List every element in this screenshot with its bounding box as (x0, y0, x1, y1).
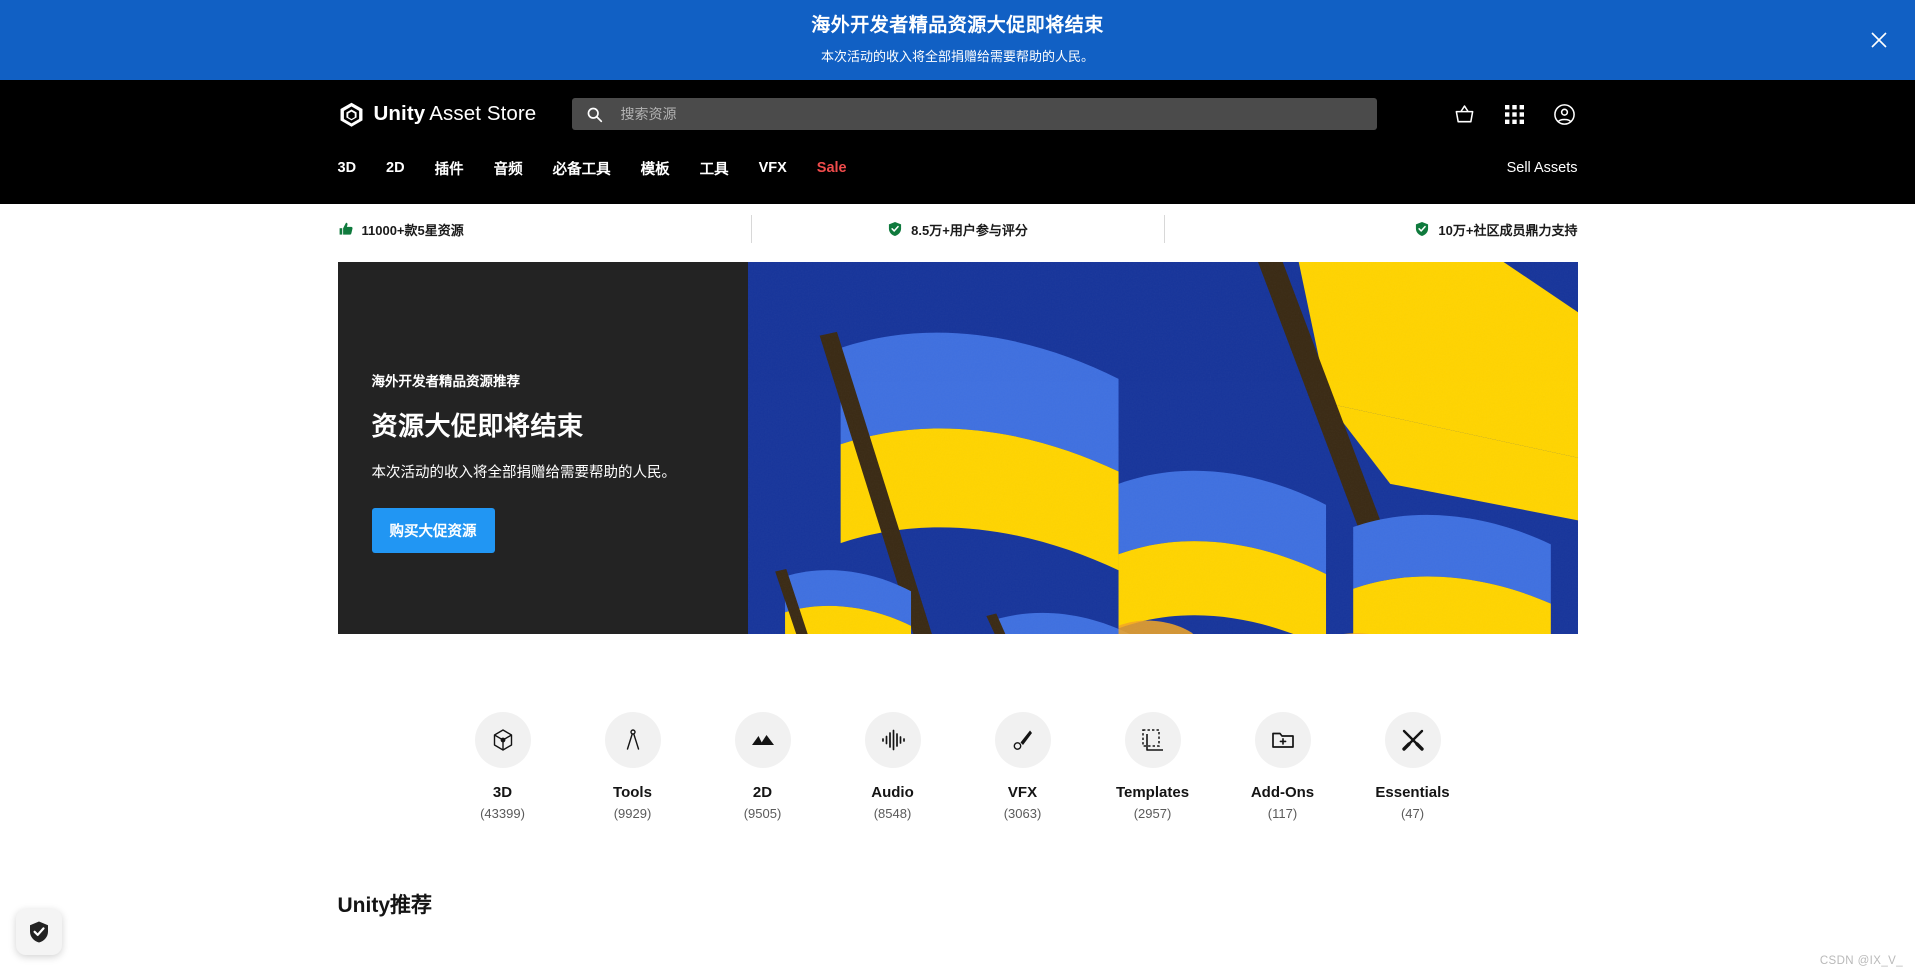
category-icon-wrap (1124, 712, 1181, 768)
page-title: Unity推荐 (337, 894, 433, 917)
trust-item-ratings: 11000+款5星资源 (338, 215, 751, 243)
category-icon-wrap (734, 712, 791, 768)
nav-item-plugins[interactable]: 插件 (435, 158, 464, 179)
hero-eyebrow: 海外开发者精品资源推荐 (371, 374, 521, 389)
search-icon (587, 107, 602, 122)
category-icon-wrap (474, 712, 531, 768)
shield-check-icon (30, 921, 48, 943)
mountains-icon (751, 735, 774, 745)
search-input[interactable] (620, 106, 1363, 122)
logo-product: Asset Store (429, 102, 537, 125)
brush-icon (1013, 730, 1032, 750)
header-top-row: Unity Asset Store (338, 80, 1578, 142)
logo-text: Unity Asset Store (374, 102, 537, 126)
close-icon[interactable] (1865, 26, 1893, 54)
template-frame-icon (1141, 729, 1163, 751)
trust-item-community: 10万+社区成员鼎力支持 (1164, 215, 1577, 243)
primary-nav: 3D 2D 插件 音频 必备工具 模板 工具 VFX Sale Sell Ass… (338, 142, 1578, 194)
category-count: (8548) (873, 806, 912, 821)
shield-check-icon (1416, 221, 1429, 237)
category-icon-wrap (864, 712, 921, 768)
category-essentials[interactable]: Essentials (47) (1359, 712, 1467, 821)
hero-banner[interactable]: 海外开发者精品资源推荐 资源大促即将结束 本次活动的收入将全部捐赠给需要帮助的人… (337, 262, 1578, 634)
category-count: (9505) (743, 806, 782, 821)
category-name: Templates (1115, 784, 1190, 801)
hero-cta-button[interactable]: 购买大促资源 (371, 508, 495, 553)
hero-title: 资源大促即将结束 (371, 411, 584, 441)
category-icon-wrap (1384, 712, 1441, 768)
compass-icon (626, 729, 639, 750)
waveform-icon (881, 729, 905, 751)
trust-item-users: 8.5万+用户参与评分 (750, 215, 1164, 243)
category-name: Audio (871, 784, 914, 801)
thumbs-up-icon (339, 222, 353, 235)
nav-item-audio[interactable]: 音频 (494, 158, 523, 179)
category-count: (47) (1400, 806, 1425, 821)
trust-item-text: 10万+社区成员鼎力支持 (1438, 222, 1578, 238)
category-name: Essentials (1375, 784, 1450, 801)
nav-item-list: 3D 2D 插件 音频 必备工具 模板 工具 VFX Sale (338, 158, 847, 179)
category-3d[interactable]: 3D (43399) (449, 712, 557, 821)
category-name: Add-Ons (1250, 784, 1315, 801)
nav-item-templates[interactable]: 模板 (641, 158, 670, 179)
nav-item-tools[interactable]: 工具 (700, 158, 729, 179)
category-vfx[interactable]: VFX (3063) (969, 712, 1077, 821)
hero-illustration-ukraine-flags (747, 262, 1578, 634)
category-icon-wrap (994, 712, 1051, 768)
category-count: (2957) (1133, 806, 1172, 821)
unity-asset-store-logo[interactable]: Unity Asset Store (338, 101, 568, 128)
category-name: 2D (752, 784, 773, 801)
category-count: (3063) (1003, 806, 1042, 821)
category-name: Tools (613, 784, 652, 801)
category-name: 3D (492, 784, 513, 801)
header-icon-group (1453, 103, 1578, 126)
watermark: CSDN @IX_V_ (1819, 955, 1903, 967)
shopping-basket-icon[interactable] (1453, 103, 1476, 126)
promo-banner: 海外开发者精品资源大促即将结束 本次活动的收入将全部捐赠给需要帮助的人民。 (0, 0, 1915, 80)
nav-item-2d[interactable]: 2D (386, 160, 405, 176)
category-icon-wrap (604, 712, 661, 768)
trust-bar: 11000+款5星资源 8.5万+用户参与评分 10万+社区成员鼎力支持 (338, 204, 1578, 254)
category-add-ons[interactable]: Add-Ons (117) (1229, 712, 1337, 821)
apps-grid-icon[interactable] (1504, 104, 1525, 125)
recommended-section: Unity推荐 (338, 889, 1578, 919)
privacy-shield-button[interactable] (16, 909, 62, 955)
promo-banner-subtitle: 本次活动的收入将全部捐赠给需要帮助的人民。 (820, 48, 1094, 64)
account-circle-icon[interactable] (1553, 103, 1576, 126)
category-shortcuts: 3D (43399) Tools (9929) 2D (9505) Audio … (338, 712, 1578, 821)
category-count: (117) (1267, 806, 1298, 821)
category-icon-wrap (1254, 712, 1311, 768)
category-templates[interactable]: Templates (2957) (1099, 712, 1207, 821)
logo-brand: Unity (373, 102, 426, 125)
cube-3d-icon (493, 729, 512, 751)
sell-assets-link[interactable]: Sell Assets (1507, 160, 1578, 176)
promo-banner-title: 海外开发者精品资源大促即将结束 (811, 15, 1104, 37)
hero-text-panel: 海外开发者精品资源推荐 资源大促即将结束 本次活动的收入将全部捐赠给需要帮助的人… (337, 262, 748, 634)
hero-subtitle: 本次活动的收入将全部捐赠给需要帮助的人民。 (371, 465, 677, 481)
category-audio[interactable]: Audio (8548) (839, 712, 947, 821)
tools-cross-icon (1401, 729, 1424, 751)
nav-item-vfx[interactable]: VFX (759, 160, 787, 176)
folder-plus-icon (1271, 732, 1294, 748)
site-header: Unity Asset Store 搜索资源 3D 2D 插件 音频 必备工具 … (0, 80, 1915, 204)
category-2d[interactable]: 2D (9505) (709, 712, 817, 821)
category-tools[interactable]: Tools (9929) (579, 712, 687, 821)
category-name: VFX (1007, 784, 1038, 801)
category-count: (43399) (480, 806, 525, 821)
shield-check-icon (889, 221, 902, 237)
trust-item-text: 11000+款5星资源 (361, 222, 464, 238)
category-count: (9929) (613, 806, 652, 821)
nav-item-essentials[interactable]: 必备工具 (553, 158, 611, 179)
unity-cube-icon (340, 102, 362, 127)
trust-item-text: 8.5万+用户参与评分 (911, 222, 1028, 238)
nav-item-sale[interactable]: Sale (817, 160, 847, 176)
nav-item-3d[interactable]: 3D (338, 160, 357, 176)
search-box[interactable] (571, 98, 1377, 130)
